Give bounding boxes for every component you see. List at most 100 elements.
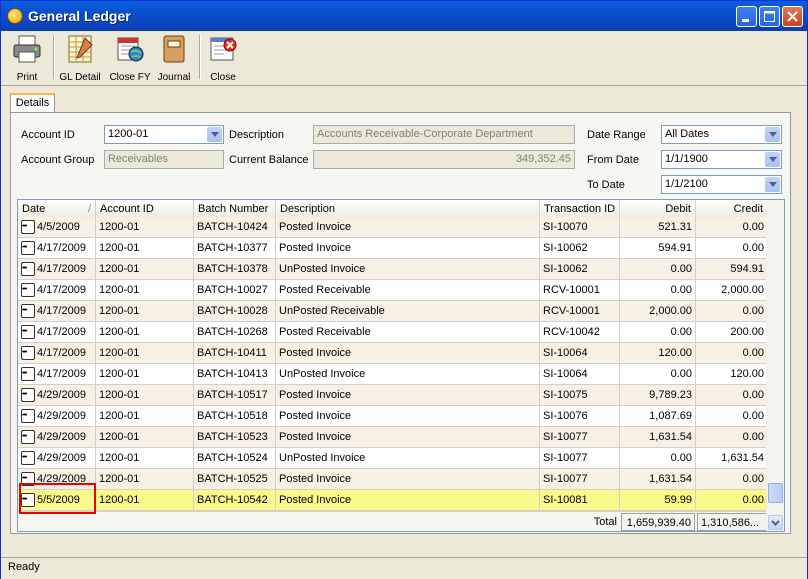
print-button[interactable]: Print	[7, 33, 47, 83]
close-button[interactable]: Close	[203, 33, 243, 83]
close-window-button[interactable]	[782, 6, 803, 27]
cell-txn: SI-10062	[540, 238, 620, 259]
table-row[interactable]: 4/5/2009 1200-01 BATCH-10424 Posted Invoice…	[18, 217, 768, 238]
table-row[interactable]: 4/17/2009 1200-01 BATCH-10268 Posted Receiv…	[18, 322, 768, 343]
table-row[interactable]: 4/17/2009 1200-01 BATCH-10028 UnPosted Rece…	[18, 301, 768, 322]
table-row[interactable]: 4/29/2009 1200-01 BATCH-10517 Posted Invoic…	[18, 385, 768, 406]
chevron-down-icon[interactable]	[765, 152, 780, 167]
chevron-down-icon[interactable]	[765, 127, 780, 142]
date-range-value: All Dates	[665, 128, 710, 140]
column-header-description[interactable]: Description	[276, 200, 540, 218]
maximize-button[interactable]	[759, 6, 780, 27]
cell-text: 4/17/2009	[37, 284, 86, 296]
row-detail-button[interactable]	[21, 259, 35, 279]
cell-text: BATCH-10411	[197, 347, 267, 359]
journal-button[interactable]: Journal	[155, 33, 193, 83]
account-id-dropdown[interactable]: 1200-01	[104, 125, 224, 144]
cell-credit: 2,000.00	[696, 280, 768, 301]
table-row[interactable]: 4/29/20091200-01BATCH-10525Posted Invoic…	[18, 469, 768, 490]
cell-text: 1200-01	[99, 326, 140, 338]
cell-text: 1200-01	[99, 410, 140, 422]
close-fy-button[interactable]: Close FY	[105, 33, 155, 83]
column-header-debit[interactable]: Debit	[620, 200, 696, 218]
title-bar[interactable]: General Ledger	[1, 1, 807, 31]
cell-credit: 200.00	[696, 322, 768, 343]
gl-detail-button[interactable]: GL Detail	[57, 33, 103, 83]
gl-detail-label: GL Detail	[59, 72, 101, 83]
to-date-label: To Date	[587, 179, 625, 191]
table-row[interactable]: 4/29/2009 1200-01 BATCH-10523 Posted Invoic…	[18, 427, 768, 448]
printer-icon	[13, 35, 41, 63]
from-date-picker[interactable]: 1/1/1900	[661, 150, 782, 169]
row-detail-button[interactable]	[21, 217, 35, 237]
cell-text: 594.91	[658, 242, 692, 254]
total-credit: 1,310,586...	[697, 513, 767, 531]
cell-text: 521.31	[658, 221, 692, 233]
cell-text: Posted Receivable	[279, 326, 371, 338]
cell-debit: 0.00	[620, 448, 696, 469]
row-detail-button[interactable]	[21, 301, 35, 321]
cell-credit: 0.00	[696, 469, 768, 490]
table-row[interactable]: 4/29/2009 1200-01 BATCH-10524 UnPosted Invo…	[18, 448, 768, 469]
chevron-down-icon[interactable]	[765, 177, 780, 192]
row-detail-button[interactable]	[21, 406, 35, 426]
column-header-batch-number[interactable]: Batch Number	[194, 200, 276, 218]
table-row[interactable]: 4/17/2009 1200-01 BATCH-10377 Posted Invoic…	[18, 238, 768, 259]
cell-text: Posted Invoice	[279, 347, 352, 359]
row-detail-button[interactable]	[21, 322, 35, 342]
scrollbar-thumb[interactable]	[768, 483, 783, 503]
cell-account: 1200-01	[96, 448, 194, 469]
vertical-scrollbar[interactable]	[766, 200, 784, 531]
cell-text: 4/17/2009	[37, 368, 86, 380]
status-text: Ready	[8, 561, 40, 573]
chevron-down-icon[interactable]	[207, 127, 222, 142]
table-row[interactable]: 4/17/2009 1200-01 BATCH-10378 UnPosted Invo…	[18, 259, 768, 280]
row-detail-button[interactable]	[21, 364, 35, 384]
to-date-picker[interactable]: 1/1/2100	[661, 175, 782, 194]
cell-text: SI-10062	[543, 242, 588, 254]
column-header-credit[interactable]: Credit	[696, 200, 768, 218]
column-header-date[interactable]: Date /	[18, 200, 96, 218]
close-fy-label: Close FY	[109, 72, 151, 83]
scroll-down-button[interactable]	[768, 515, 783, 530]
cell-debit: 120.00	[620, 343, 696, 364]
cell-text: BATCH-10542	[197, 494, 268, 506]
tab-details[interactable]: Details	[10, 93, 55, 113]
row-detail-button[interactable]	[21, 343, 35, 363]
row-detail-button[interactable]	[21, 385, 35, 405]
table-row[interactable]: 4/29/2009 1200-01 BATCH-10518 Posted Invoic…	[18, 406, 768, 427]
account-group-field[interactable]: Receivables	[104, 150, 224, 169]
cell-batch: BATCH-10524	[194, 448, 276, 469]
row-detail-button[interactable]	[21, 427, 35, 447]
cell-account: 1200-01	[96, 406, 194, 427]
table-row[interactable]: 4/17/2009 1200-01 BATCH-10411 Posted Invoic…	[18, 343, 768, 364]
cell-date: 4/29/2009	[18, 406, 96, 427]
current-balance-field[interactable]: 349,352.45	[313, 150, 575, 169]
cell-text: 1200-01	[99, 431, 140, 443]
app-icon[interactable]	[7, 8, 23, 24]
cell-txn: SI-10075	[540, 385, 620, 406]
minimize-button[interactable]	[736, 6, 757, 27]
cell-text: 4/17/2009	[37, 305, 86, 317]
description-field[interactable]: Accounts Receivable-Corporate Department	[313, 125, 575, 144]
account-id-value: 1200-01	[108, 128, 149, 140]
row-detail-button[interactable]	[21, 238, 35, 258]
date-range-dropdown[interactable]: All Dates	[661, 125, 782, 144]
column-header-account-id[interactable]: Account ID	[96, 200, 194, 218]
minimize-icon	[742, 19, 749, 22]
table-row[interactable]: 5/5/20091200-01BATCH-10542Posted Invoice…	[18, 490, 768, 511]
cell-text: 59.99	[664, 494, 692, 506]
row-detail-button[interactable]	[21, 448, 35, 468]
cell-batch: BATCH-10411	[194, 343, 276, 364]
table-row[interactable]: 4/17/2009 1200-01 BATCH-10027 Posted Receiv…	[18, 280, 768, 301]
table-row[interactable]: 4/17/2009 1200-01 BATCH-10413 UnPosted Invo…	[18, 364, 768, 385]
row-detail-button[interactable]	[21, 280, 35, 300]
cell-text: 1,631.54	[649, 473, 692, 485]
cell-desc: Posted Invoice	[276, 406, 540, 427]
column-header-transaction-id[interactable]: Transaction ID	[540, 200, 620, 218]
cell-txn: SI-10064	[540, 364, 620, 385]
cell-credit: 0.00	[696, 490, 768, 511]
cell-text: 1200-01	[99, 221, 140, 233]
cell-text: 0.00	[670, 452, 692, 464]
cell-debit: 0.00	[620, 280, 696, 301]
